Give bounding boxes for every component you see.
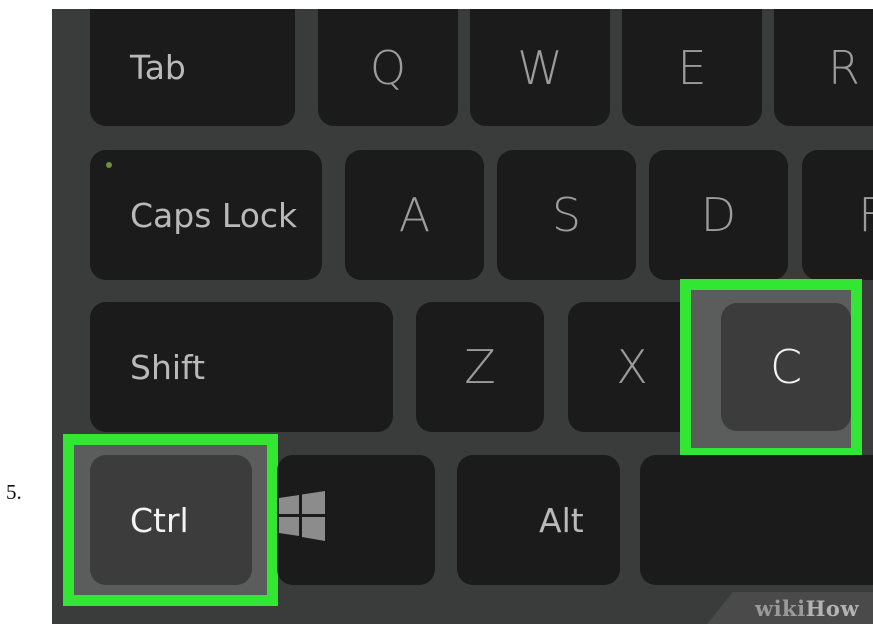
w-key-label: W [517,40,563,95]
q-key[interactable]: Q [318,9,458,126]
d-key-label: D [700,188,737,242]
alt-key-label: Alt [539,500,584,540]
ctrl-key[interactable]: Ctrl [90,455,252,585]
ctrl-key-label: Ctrl [130,500,189,540]
x-key[interactable]: X [568,302,696,432]
r-key-label: R [828,40,860,95]
caps-lock-indicator-light [106,162,112,168]
c-key-label: C [769,340,803,394]
wikihow-watermark: wikiHow [703,592,873,624]
z-key[interactable]: Z [416,302,544,432]
caps-lock-key-label: Caps Lock [130,195,298,235]
shift-key-label: Shift [130,347,206,387]
e-key[interactable]: E [622,9,762,126]
e-key-label: E [677,40,707,95]
r-key[interactable]: R [774,9,873,126]
a-key-label: A [398,188,431,242]
caps-lock-key[interactable]: Caps Lock [90,150,322,280]
windows-logo-icon [279,491,325,541]
x-key-label: X [616,340,648,394]
shift-key[interactable]: Shift [90,302,393,432]
keyboard: Tab Q W E R Caps Lock A S D F Shift Z X … [52,9,873,624]
a-key[interactable]: A [345,150,484,280]
tab-key-label: Tab [130,48,186,87]
tab-key[interactable]: Tab [90,9,295,126]
space-key[interactable] [640,455,873,585]
s-key[interactable]: S [497,150,636,280]
f-key-label: F [858,188,873,242]
w-key[interactable]: W [470,9,610,126]
c-key[interactable]: C [721,303,851,431]
z-key-label: Z [464,340,496,394]
step-number: 5. [6,480,22,504]
f-key[interactable]: F [802,150,873,280]
watermark-prefix: wiki [755,596,806,621]
watermark-brand: How [805,596,860,621]
d-key[interactable]: D [649,150,788,280]
s-key-label: S [551,188,582,242]
q-key-label: Q [369,40,407,95]
alt-key[interactable]: Alt [457,455,620,585]
watermark-text: wikiHow [755,596,859,621]
